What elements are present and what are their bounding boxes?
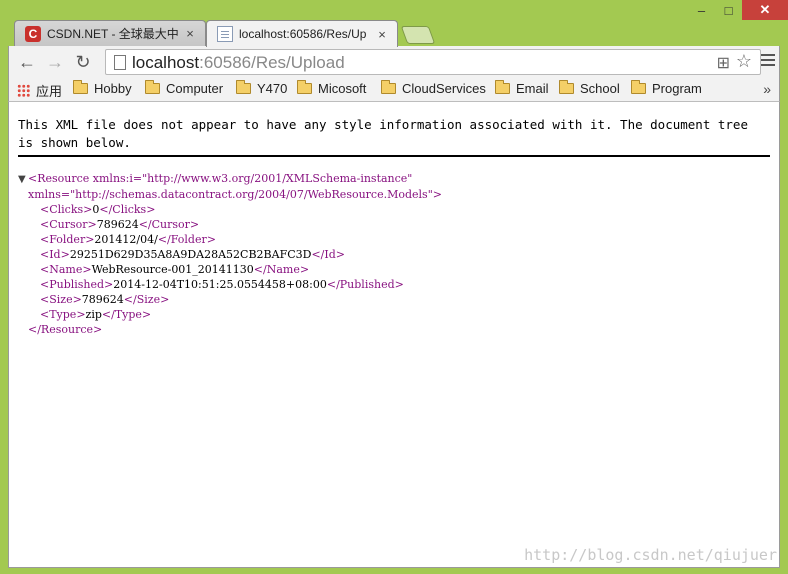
folder-icon [145,80,160,94]
translate-icon[interactable]: ⊞ [717,53,730,73]
xml-open-tag: <Size> [40,293,82,306]
apps-icon [17,84,30,97]
bookmark-label: 应用 [36,84,63,99]
bookmark-hobby[interactable]: Hobby [73,80,132,96]
xml-element-folder: <Folder>201412/04/</Folder> [18,232,442,247]
bookmarks-overflow-button[interactable]: » [763,81,771,97]
bookmark-label: Hobby [94,81,132,96]
xml-value: 2014-12-04T10:51:25.0554458+08:00 [113,278,327,291]
xml-open-tag: <Folder> [40,233,95,246]
xml-root-close: </Resource> [18,322,442,337]
folder-icon [559,80,574,94]
xml-element-size: <Size>789624</Size> [18,292,442,307]
xml-elements: <Clicks>0</Clicks> <Cursor>789624</Cursor… [18,202,442,322]
xml-close-tag: </Type> [101,308,152,321]
xml-close-tag: </Id> [311,248,345,261]
url-path: :60586/Res/Upload [199,53,345,72]
divider [18,155,770,157]
xml-open-tag: <Clicks> [40,203,93,216]
bookmark-computer[interactable]: Computer [145,80,224,96]
xml-root-open-line-1: <Resource xmlns:i="http://www.w3.org/200… [28,172,413,185]
tab-close-icon[interactable]: × [375,27,389,42]
document-icon [217,26,233,42]
star-icon[interactable]: ☆ [736,51,752,72]
folder-icon [631,80,646,94]
bookmark-label: Y470 [257,81,288,96]
xml-root-close-tag: </Resource> [28,323,103,336]
bookmark-y470[interactable]: Y470 [236,80,288,96]
xml-close-tag: </Name> [253,263,310,276]
xml-root-open: ▼ <Resource xmlns:i="http://www.w3.org/20… [18,171,442,187]
xml-value: 789624 [81,293,124,306]
bookmark-school[interactable]: School [559,80,620,96]
collapse-toggle-icon[interactable]: ▼ [18,172,28,187]
xml-root-attr-line: xmlns="http://schemas.datacontract.org/2… [18,187,442,202]
xml-element-id: <Id>29251D629D35A8A9DA28A52CB2BAFC3D</Id… [18,247,442,262]
tab-title: localhost:60586/Res/Up [239,27,367,41]
tab-localhost[interactable]: localhost:60586/Res/Up × [206,20,398,47]
xml-open-tag: <Cursor> [40,218,97,231]
xml-element-cursor: <Cursor>789624</Cursor> [18,217,442,232]
xml-style-notice: This XML file does not appear to have an… [18,117,748,150]
xml-open-tag: <Type> [40,308,86,321]
tab-title: CSDN.NET - 全球最大中 [47,27,179,41]
tab-strip: C CSDN.NET - 全球最大中 × localhost:60586/Res… [0,14,788,47]
xml-value: WebResource-001_20141130 [91,263,254,276]
watermark: http://blog.csdn.net/qiujuer [524,546,777,564]
xml-open-tag: <Name> [40,263,92,276]
xml-root-open-line-2: xmlns="http://schemas.datacontract.org/2… [28,188,442,201]
xml-close-tag: </Size> [123,293,170,306]
bookmark-cloudservices[interactable]: CloudServices [381,80,486,96]
xml-value: 789624 [96,218,139,231]
browser-window: – □ ✕ C CSDN.NET - 全球最大中 × localhost:605… [0,0,788,574]
xml-element-type: <Type>zip</Type> [18,307,442,322]
folder-icon [495,80,510,94]
bookmark-label: School [580,81,620,96]
folder-icon [236,80,251,94]
xml-value: 201412/04/ [94,233,158,246]
xml-value: 29251D629D35A8A9DA28A52CB2BAFC3D [69,248,312,261]
folder-icon [73,80,88,94]
xml-value: zip [85,308,102,321]
bookmark-label: Program [652,81,702,96]
xml-close-tag: </Folder> [157,233,216,246]
xml-element-name: <Name>WebResource-001_20141130</Name> [18,262,442,277]
new-tab-button[interactable] [400,26,436,44]
xml-element-clicks: <Clicks>0</Clicks> [18,202,442,217]
csdn-icon: C [25,25,41,42]
url-host: localhost [132,53,200,72]
bookmark-label: CloudServices [402,81,486,96]
page-icon [114,55,126,70]
tab-csdn[interactable]: C CSDN.NET - 全球最大中 × [14,20,206,46]
menu-icon[interactable] [761,54,775,56]
back-button[interactable]: ← [15,50,39,74]
xml-open-tag: <Published> [40,278,114,291]
tab-close-icon[interactable]: × [183,26,197,41]
toolbar: ← → ↻ localhost:60586/Res/Upload ⊞ ☆ [8,46,780,78]
reload-button[interactable]: ↻ [71,50,95,74]
xml-close-tag: </Published> [326,278,404,291]
bookmark-program[interactable]: Program [631,80,702,96]
bookmark-micosoft[interactable]: Micosoft [297,80,367,96]
folder-icon [381,80,396,94]
bookmark-label: Email [516,81,549,96]
folder-icon [297,80,312,94]
bookmarks-bar: 应用 Hobby Computer Y470 Micosoft CloudSer… [8,78,780,102]
xml-open-tag: <Id> [40,248,70,261]
bookmark-email[interactable]: Email [495,80,549,96]
bookmark-label: Computer [166,81,224,96]
url-text[interactable]: localhost:60586/Res/Upload [132,53,345,73]
forward-button[interactable]: → [43,50,67,74]
xml-tree: ▼ <Resource xmlns:i="http://www.w3.org/20… [18,171,442,337]
page-content: This XML file does not appear to have an… [8,102,780,568]
xml-close-tag: </Clicks> [99,203,156,216]
bookmark-label: Micosoft [318,81,367,96]
address-bar[interactable]: localhost:60586/Res/Upload ⊞ ☆ [105,49,761,75]
bookmark-apps[interactable]: 应用 [17,81,62,100]
xml-close-tag: </Cursor> [138,218,200,231]
xml-element-published: <Published>2014-12-04T10:51:25.0554458+0… [18,277,442,292]
